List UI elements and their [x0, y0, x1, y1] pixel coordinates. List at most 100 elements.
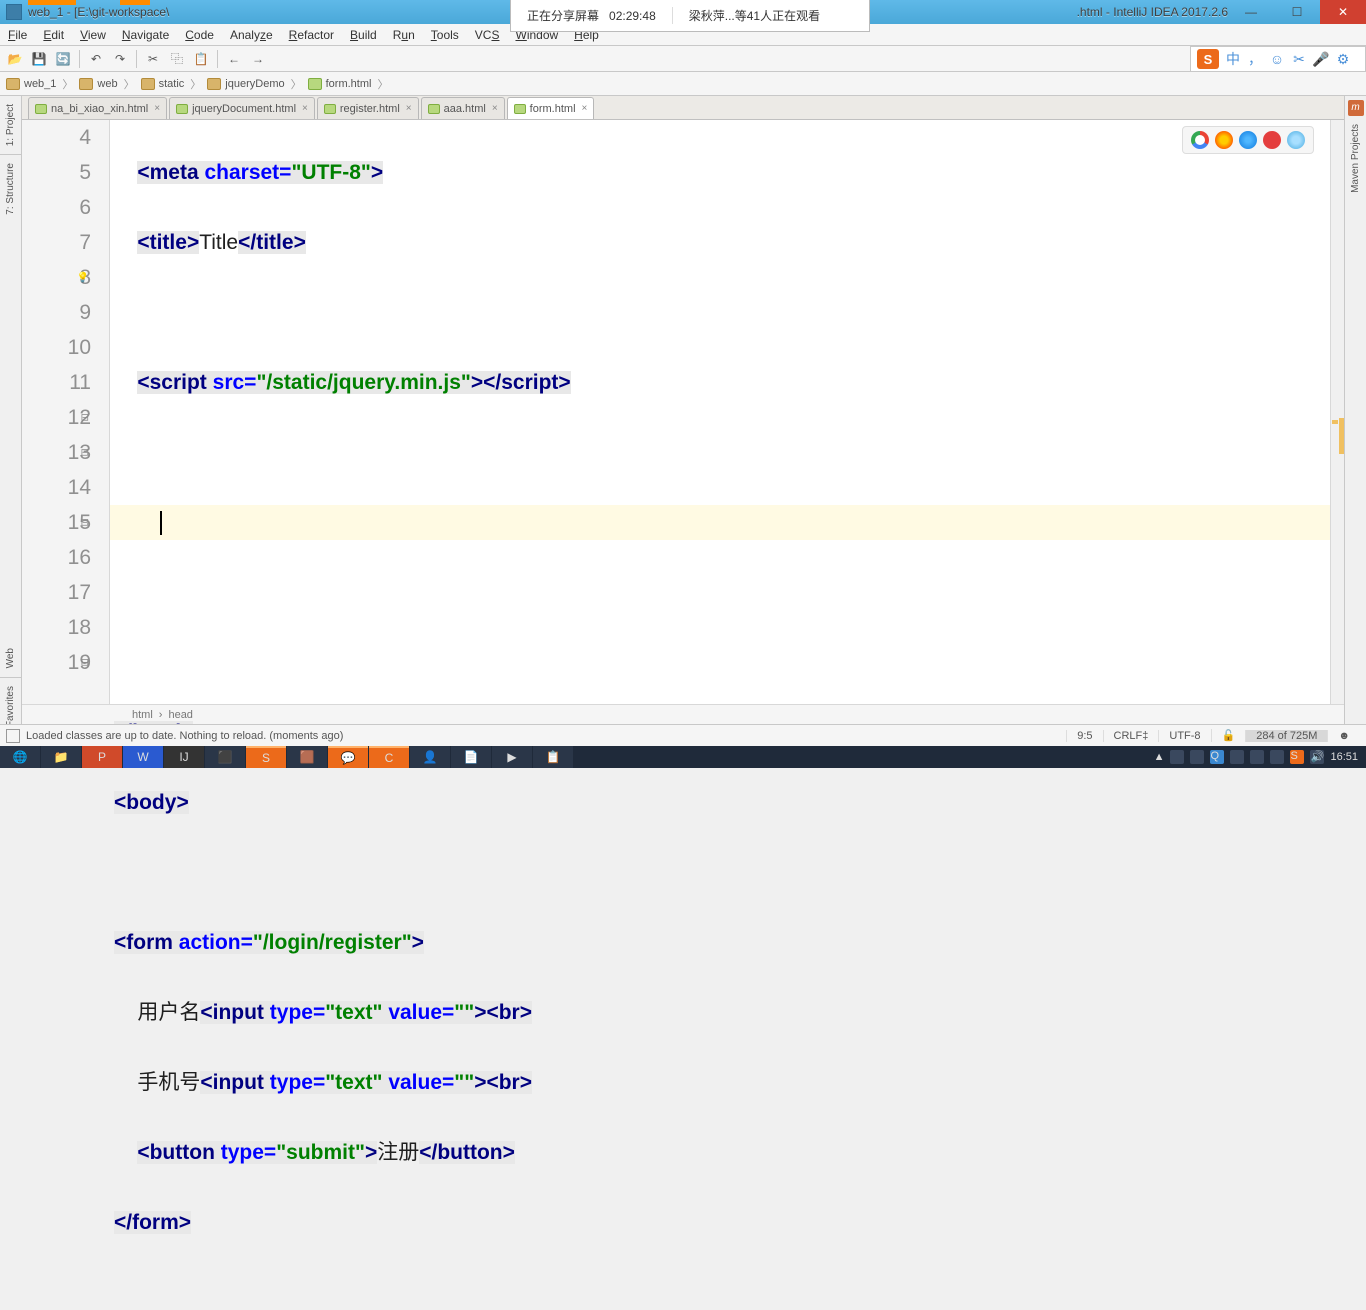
menu-file[interactable]: File — [0, 28, 35, 42]
menu-navigate[interactable]: Navigate — [114, 28, 177, 42]
cut-icon[interactable]: ✂ — [142, 48, 164, 70]
close-tab-icon[interactable]: × — [154, 103, 160, 114]
taskbar-ppt[interactable]: P — [82, 746, 122, 768]
taskbar-app6[interactable]: 📋 — [533, 746, 573, 768]
crumb-static[interactable]: static — [135, 78, 191, 90]
status-memory[interactable]: 284 of 725M — [1245, 730, 1327, 742]
firefox-icon[interactable] — [1215, 131, 1233, 149]
rail-structure[interactable]: 7: Structure — [5, 155, 16, 223]
minimize-button[interactable]: — — [1228, 0, 1274, 24]
tray-icon[interactable] — [1230, 750, 1244, 764]
menu-build[interactable]: Build — [342, 28, 385, 42]
opera-icon[interactable] — [1263, 131, 1281, 149]
tray-icon[interactable] — [1270, 750, 1284, 764]
ime-lang[interactable]: 中 — [1225, 51, 1241, 67]
rail-project[interactable]: 1: Project — [5, 96, 16, 154]
ime-comma-icon[interactable]: ， — [1247, 51, 1263, 67]
close-tab-icon[interactable]: × — [582, 103, 588, 114]
tab-jquerydoc[interactable]: jqueryDocument.html× — [169, 97, 315, 119]
bulb-icon[interactable]: 💡 — [77, 260, 89, 295]
statusbar-icon[interactable] — [6, 729, 20, 743]
maximize-button[interactable]: ☐ — [1274, 0, 1320, 24]
tray-icon[interactable] — [1190, 750, 1204, 764]
tab-aaa[interactable]: aaa.html× — [421, 97, 505, 119]
taskbar-intellij[interactable]: IJ — [164, 746, 204, 768]
redo-icon[interactable]: ↷ — [109, 48, 131, 70]
editor-scrollbar[interactable] — [1330, 120, 1344, 704]
crumb-file[interactable]: form.html — [302, 78, 378, 90]
open-icon[interactable]: 📂 — [4, 48, 26, 70]
taskbar-app4[interactable]: 📄 — [451, 746, 491, 768]
ime-settings-icon[interactable]: ⚙ — [1335, 51, 1351, 67]
paste-icon[interactable]: 📋 — [190, 48, 212, 70]
share-time: 02:29:48 — [609, 9, 656, 23]
rail-maven[interactable]: Maven Projects — [1350, 116, 1361, 201]
status-lock-icon[interactable]: 🔓 — [1211, 729, 1246, 742]
ie-icon[interactable] — [1287, 131, 1305, 149]
undo-icon[interactable]: ↶ — [85, 48, 107, 70]
taskbar-app3[interactable]: 👤 — [410, 746, 450, 768]
code-area[interactable]: <meta charset="UTF-8"> <title>Title</tit… — [110, 120, 1330, 704]
taskbar-app2[interactable]: 🟫 — [287, 746, 327, 768]
rail-web[interactable]: Web — [5, 640, 16, 676]
clock[interactable]: 16:51 — [1330, 751, 1358, 763]
tray-icon[interactable] — [1170, 750, 1184, 764]
menu-tools[interactable]: Tools — [423, 28, 467, 42]
fold-icon[interactable]: ⊟ — [81, 645, 89, 680]
ime-mic-icon[interactable]: 🎤 — [1313, 51, 1329, 67]
crumb-jquerydemo[interactable]: jqueryDemo — [201, 78, 290, 90]
menu-run[interactable]: Run — [385, 28, 423, 42]
save-icon[interactable]: 💾 — [28, 48, 50, 70]
taskbar-explorer[interactable]: 📁 — [41, 746, 81, 768]
menu-analyze[interactable]: Analyze — [222, 28, 281, 42]
fold-icon[interactable]: ⊟ — [81, 505, 89, 540]
line-gutter[interactable]: 456 78💡 91011 12⊟ 13⊟ 14 15⊟ 161718 19⊟ — [22, 120, 110, 704]
menu-refactor[interactable]: Refactor — [281, 28, 342, 42]
close-button[interactable]: ✕ — [1320, 0, 1366, 24]
taskbar-c[interactable]: C — [369, 746, 409, 768]
tray-sogou-icon[interactable]: S — [1290, 750, 1304, 764]
status-inspector-icon[interactable]: ☻ — [1327, 730, 1360, 742]
status-linesep[interactable]: CRLF‡ — [1103, 730, 1159, 742]
status-encoding[interactable]: UTF-8 — [1158, 730, 1210, 742]
safari-icon[interactable] — [1239, 131, 1257, 149]
close-tab-icon[interactable]: × — [302, 103, 308, 114]
back-icon[interactable]: ← — [223, 48, 245, 70]
copy-icon[interactable]: ⿻ — [166, 48, 188, 70]
chrome-icon[interactable] — [1191, 131, 1209, 149]
tab-nabi[interactable]: na_bi_xiao_xin.html× — [28, 97, 167, 119]
refresh-icon[interactable]: 🔄 — [52, 48, 74, 70]
tab-form[interactable]: form.html× — [507, 97, 595, 119]
ime-scissors-icon[interactable]: ✂ — [1291, 51, 1307, 67]
ime-sogou-icon[interactable]: S — [1197, 49, 1219, 69]
toolbar-sep — [217, 50, 218, 68]
taskbar-word[interactable]: W — [123, 746, 163, 768]
fold-icon[interactable]: ⊟ — [81, 435, 89, 470]
crumb-project[interactable]: web_1 — [0, 78, 62, 90]
taskbar-s[interactable]: S — [246, 746, 286, 768]
menu-view[interactable]: View — [72, 28, 114, 42]
tray-icon[interactable] — [1250, 750, 1264, 764]
editor[interactable]: 456 78💡 91011 12⊟ 13⊟ 14 15⊟ 161718 19⊟ … — [22, 120, 1344, 704]
taskbar-chrome[interactable]: 🌐 — [0, 746, 40, 768]
close-tab-icon[interactable]: × — [406, 103, 412, 114]
fold-icon[interactable]: ⊟ — [81, 400, 89, 435]
tray-volume-icon[interactable]: 🔊 — [1310, 750, 1324, 764]
windows-taskbar: 🌐 📁 P W IJ ⬛ S 🟫 💬 C 👤 📄 ▶ 📋 ▲ Q S 🔊 16:… — [0, 746, 1366, 768]
menu-edit[interactable]: Edit — [35, 28, 72, 42]
tray-qq-icon[interactable]: Q — [1210, 750, 1224, 764]
accent-b — [120, 0, 150, 5]
menu-code[interactable]: Code — [177, 28, 222, 42]
taskbar-app5[interactable]: ▶ — [492, 746, 532, 768]
status-pos[interactable]: 9:5 — [1066, 730, 1102, 742]
close-tab-icon[interactable]: × — [492, 103, 498, 114]
menu-vcs[interactable]: VCS — [467, 28, 508, 42]
taskbar-wx[interactable]: 💬 — [328, 746, 368, 768]
taskbar-app[interactable]: ⬛ — [205, 746, 245, 768]
crumb-label: jqueryDemo — [225, 78, 284, 90]
forward-icon[interactable]: → — [247, 48, 269, 70]
ime-emoji-icon[interactable]: ☺ — [1269, 51, 1285, 67]
tab-register[interactable]: register.html× — [317, 97, 419, 119]
tray-up-icon[interactable]: ▲ — [1154, 751, 1165, 763]
crumb-web[interactable]: web — [73, 78, 123, 90]
